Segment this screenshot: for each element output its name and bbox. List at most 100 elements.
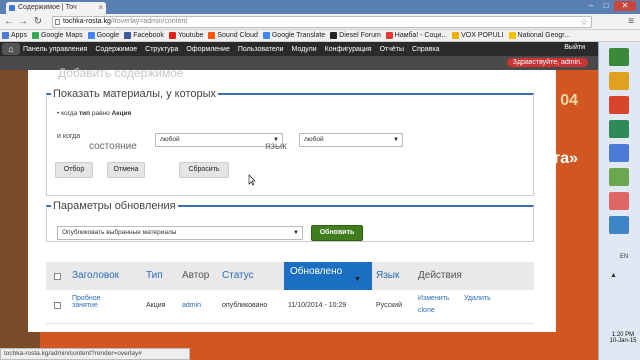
taskbar-app-icon[interactable] xyxy=(609,216,629,234)
filter-legend: Показать материалы, у которых xyxy=(53,88,217,100)
background-text-2: та» xyxy=(552,150,578,167)
language-label: язык xyxy=(265,141,287,152)
bookmark-google-translate[interactable]: Google Translate xyxy=(262,32,325,39)
translate-icon xyxy=(262,32,270,39)
forward-icon[interactable]: → xyxy=(17,16,29,28)
admin-link-people[interactable]: Пользователи xyxy=(238,46,284,53)
sort-descending-icon: ▼ xyxy=(354,276,361,283)
admin-link-structure[interactable]: Структура xyxy=(145,46,178,53)
row-delete-link[interactable]: Удалить xyxy=(464,295,491,302)
column-header-actions: Действия xyxy=(418,270,462,281)
admin-link-help[interactable]: Справка xyxy=(412,46,439,53)
admin-link-appearance[interactable]: Оформление xyxy=(186,46,229,53)
browser-tab[interactable]: Содержимое | Точ × xyxy=(6,2,106,14)
filter-button[interactable]: Отбор xyxy=(55,162,93,178)
bookmark-star-icon[interactable]: ☆ xyxy=(580,17,588,27)
browser-titlebar: Содержимое | Точ × – □ ✕ xyxy=(0,0,640,14)
condition-value: Акция xyxy=(111,110,132,117)
language-select[interactable]: любой ▼ xyxy=(299,133,403,147)
bookmark-namba[interactable]: Намба! - Соци... xyxy=(385,32,447,39)
maximize-button[interactable]: □ xyxy=(599,1,613,11)
bookmark-google[interactable]: Google xyxy=(87,32,119,39)
admin-link-content[interactable]: Содержимое xyxy=(95,46,137,53)
url-domain: tochka-rosta.kg xyxy=(63,18,111,25)
reset-button[interactable]: Сбросить xyxy=(179,162,229,178)
back-icon[interactable]: ← xyxy=(3,16,15,28)
browser-menu-icon[interactable]: ≡ xyxy=(628,16,634,27)
mouse-cursor-icon xyxy=(248,174,256,186)
bookmark-google-maps[interactable]: Google Maps xyxy=(31,32,83,39)
row-title-link[interactable]: Пробное занятие xyxy=(72,295,100,309)
home-icon[interactable]: ⌂ xyxy=(2,43,20,55)
system-clock[interactable]: 1:20 PM 10-Jan-15 xyxy=(606,332,640,344)
diesel-icon xyxy=(330,32,338,39)
row-checkbox[interactable] xyxy=(54,302,61,309)
admin-link-dashboard[interactable]: Панель управления xyxy=(23,46,87,53)
state-select[interactable]: любой ▼ xyxy=(155,133,283,147)
logout-link[interactable]: Выйти xyxy=(564,44,585,51)
close-window-button[interactable]: ✕ xyxy=(614,1,636,11)
bookmark-soundcloud[interactable]: Sound Cloud xyxy=(208,32,258,39)
greeting-button[interactable]: Здравствуйте, admin. xyxy=(506,58,588,67)
taskbar-app-icon[interactable] xyxy=(609,48,629,66)
taskbar-app-icon[interactable] xyxy=(609,72,629,90)
bookmark-apps[interactable]: Apps xyxy=(2,32,27,39)
facebook-icon xyxy=(124,32,132,39)
column-header-language[interactable]: Язык xyxy=(376,270,399,281)
soundcloud-icon xyxy=(208,32,216,39)
taskbar-app-icon[interactable] xyxy=(609,144,629,162)
apps-icon xyxy=(2,32,9,39)
row-language: Русский xyxy=(376,302,402,309)
column-header-status[interactable]: Статус xyxy=(222,270,254,281)
bulk-operation-select[interactable]: Опубликовать выбранные материалы ▼ xyxy=(57,226,303,240)
row-clone-link[interactable]: clone xyxy=(418,307,435,314)
chevron-down-icon: ▼ xyxy=(393,137,399,143)
column-header-title[interactable]: Заголовок xyxy=(72,270,119,281)
active-filter-condition: • когда тип равно Акция xyxy=(57,110,132,117)
reload-icon[interactable]: ↻ xyxy=(32,16,44,28)
admin-link-configuration[interactable]: Конфигурация xyxy=(325,46,372,53)
row-updated: 11/10/2014 - 10:29 xyxy=(288,302,347,309)
chevron-down-icon: ▼ xyxy=(293,230,299,236)
and-when-label: и когда xyxy=(57,133,81,140)
browser-toolbar: ← → ↻ tochka-rosta.kg/#overlay=admin/con… xyxy=(0,14,640,30)
admin-link-reports[interactable]: Отчёты xyxy=(380,46,404,53)
update-options-fieldset: Параметры обновления Опубликовать выбран… xyxy=(46,200,534,242)
row-edit-link[interactable]: Изменить xyxy=(418,295,450,302)
browser-status-bar: tochka-rosta.kg/admin/content?render=ove… xyxy=(0,348,190,360)
row-type: Акция xyxy=(146,302,166,309)
undo-button[interactable]: Отмена xyxy=(107,162,145,178)
row-author-link[interactable]: admin xyxy=(182,302,201,309)
tray-expand-icon[interactable]: ▲ xyxy=(610,272,617,279)
page-icon xyxy=(55,19,60,25)
update-button[interactable]: Обновить xyxy=(311,225,363,241)
namba-icon xyxy=(385,32,393,39)
bookmark-facebook[interactable]: Facebook xyxy=(124,32,164,39)
google-icon xyxy=(87,32,95,39)
column-header-type[interactable]: Тип xyxy=(146,270,163,281)
window-controls: – □ ✕ xyxy=(584,1,636,11)
bookmarks-bar: Apps Google Maps Google Facebook Youtube… xyxy=(0,30,640,42)
bookmark-diesel-forum[interactable]: Diesel Forum xyxy=(330,32,381,39)
admin-toolbar: ⌂ Панель управления Содержимое Структура… xyxy=(0,42,598,56)
select-all-checkbox[interactable] xyxy=(54,273,61,280)
page-title[interactable]: Добавить содержимое xyxy=(58,66,184,80)
taskbar-app-icon[interactable] xyxy=(609,96,629,114)
column-header-author: Автор xyxy=(182,270,210,281)
column-header-updated[interactable]: Обновлено ▼ xyxy=(284,262,372,290)
natgeo-icon xyxy=(508,32,516,39)
bookmark-national-geographic[interactable]: National Geogr... xyxy=(508,32,570,39)
tab-close-icon[interactable]: × xyxy=(98,3,103,12)
admin-link-modules[interactable]: Модули xyxy=(292,46,317,53)
taskbar-app-icon[interactable] xyxy=(609,120,629,138)
taskbar-app-icon[interactable] xyxy=(609,192,629,210)
url-path: /#overlay=admin/content xyxy=(110,18,188,25)
tab-title: Содержимое | Точ xyxy=(18,4,77,11)
bookmark-youtube[interactable]: Youtube xyxy=(168,32,203,39)
content-overlay: Добавить содержимое Показать материалы, … xyxy=(28,66,556,332)
language-indicator[interactable]: EN xyxy=(620,254,628,260)
minimize-button[interactable]: – xyxy=(584,1,598,11)
bookmark-vox-populi[interactable]: VOX POPULI xyxy=(452,32,504,39)
taskbar-app-icon[interactable] xyxy=(609,168,629,186)
address-bar[interactable]: tochka-rosta.kg/#overlay=admin/content ☆ xyxy=(52,16,592,28)
